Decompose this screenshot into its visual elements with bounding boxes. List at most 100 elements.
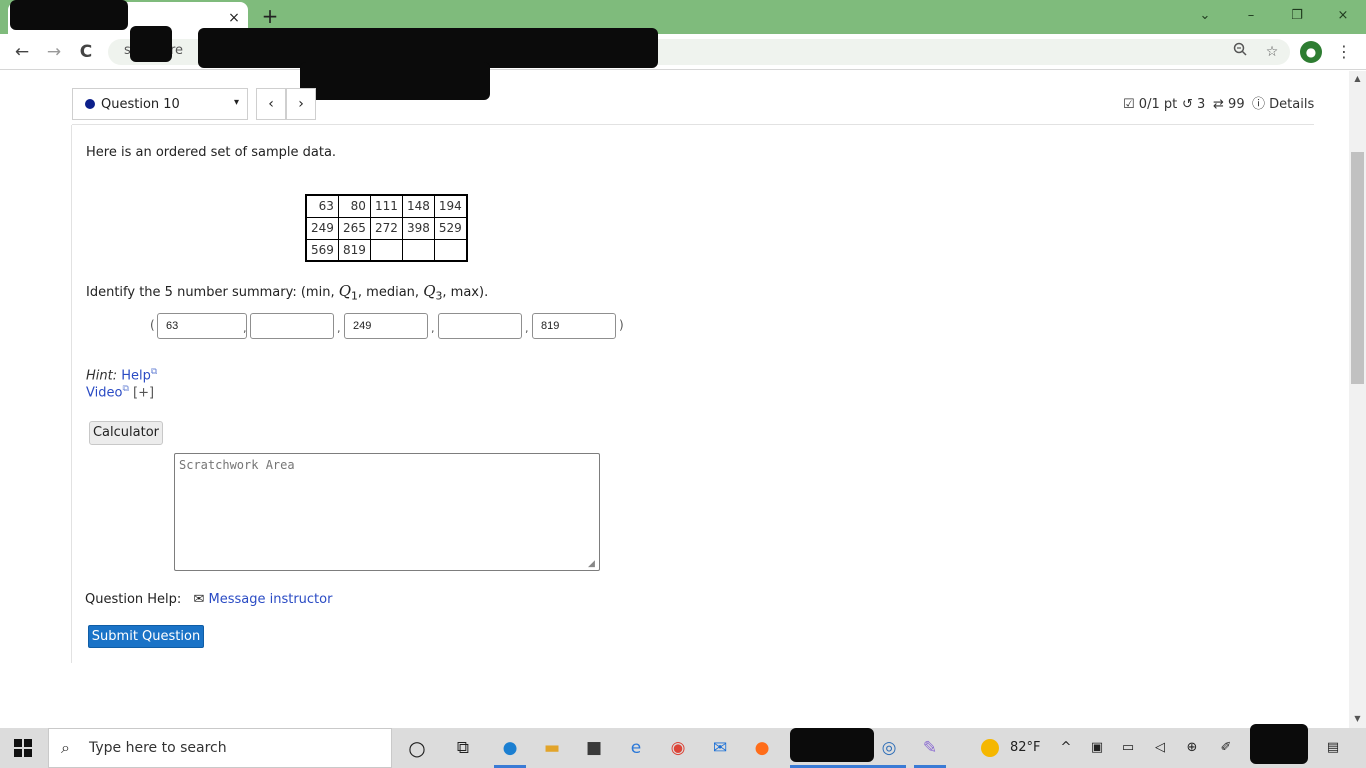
q3-symbol: Q — [423, 282, 436, 300]
comma-separator: , — [337, 322, 341, 335]
question-selector-label: Question 10 — [101, 97, 180, 112]
score-value: 0/1 pt — [1138, 97, 1178, 112]
weather-sun-icon[interactable] — [981, 739, 999, 757]
star-icon[interactable]: ☆ — [1262, 42, 1282, 62]
table-cell: 265 — [337, 216, 371, 240]
comma-separator: , — [525, 322, 529, 335]
hint-line: Hint: Help⧉ — [86, 367, 157, 383]
table-cell: 80 — [337, 194, 371, 218]
search-icon: ⌕ — [61, 738, 70, 757]
table-cell: 529 — [433, 216, 468, 240]
table-cell: 194 — [433, 194, 468, 218]
question-intro: Here is an ordered set of sample data. — [86, 145, 337, 160]
paint-icon[interactable]: ✎ — [917, 736, 943, 760]
notification-icon[interactable]: ▤ — [1323, 738, 1343, 758]
table-row: 63 80 111 148 194 — [305, 194, 468, 218]
answer-q1-input[interactable] — [250, 313, 334, 339]
app-icon[interactable]: ◎ — [876, 736, 902, 760]
profile-avatar-icon[interactable]: ● — [1300, 41, 1322, 63]
calculator-button[interactable]: Calculator — [89, 421, 163, 445]
hint-label: Hint: — [86, 368, 118, 384]
browser-menu-icon[interactable]: ⋮ — [1334, 40, 1354, 64]
windows-taskbar: ⌕ Type here to search ○ ⧉ ● ▬ ■ e ◉ ✉ ● … — [0, 724, 1366, 768]
answer-min-input[interactable] — [157, 313, 247, 339]
meet-now-icon[interactable]: ▣ — [1087, 738, 1107, 758]
table-cell — [401, 238, 435, 262]
scrollbar-thumb[interactable] — [1351, 152, 1364, 384]
panel-border — [71, 125, 72, 663]
sample-data-table: 63 80 111 148 194 249 265 272 398 529 56… — [305, 194, 468, 262]
chrome-icon[interactable]: ◉ — [665, 736, 691, 760]
internet-explorer-icon[interactable]: e — [623, 736, 649, 760]
checkbox-icon: ☑ — [1123, 97, 1135, 112]
table-cell — [433, 238, 468, 262]
help-link[interactable]: Help — [121, 368, 151, 383]
weather-temperature[interactable]: 82°F — [1010, 740, 1041, 755]
attempts-badge: ⇄ 99 — [1213, 96, 1245, 114]
open-paren: ( — [150, 318, 155, 332]
previous-question-button[interactable]: ‹ — [256, 88, 286, 120]
table-cell: 819 — [337, 238, 371, 262]
windows-start-icon[interactable] — [14, 739, 32, 757]
tray-overflow-icon[interactable]: ^ — [1056, 738, 1076, 758]
taskbar-search-box[interactable]: ⌕ Type here to search — [48, 728, 392, 768]
answer-max-input[interactable] — [532, 313, 616, 339]
scroll-up-icon[interactable]: ▲ — [1351, 72, 1364, 86]
new-tab-button[interactable]: + — [258, 4, 282, 28]
video-link[interactable]: Video — [86, 385, 122, 400]
table-row: 249 265 272 398 529 — [305, 216, 468, 240]
repeat-icon: ⇄ — [1213, 97, 1224, 112]
taskbar-search-placeholder: Type here to search — [89, 740, 227, 756]
info-icon: ⓘ — [1252, 97, 1266, 112]
forward-button[interactable]: → — [42, 40, 66, 64]
redaction-mark — [790, 728, 874, 762]
mail-icon[interactable]: ✉ — [707, 736, 733, 760]
retry-icon: ↺ — [1182, 97, 1193, 112]
question-selector[interactable]: Question 10 ▾ — [72, 88, 248, 120]
status-dot-icon — [85, 99, 95, 109]
network-icon[interactable]: ⊕ — [1182, 738, 1202, 758]
restore-button[interactable]: ❐ — [1282, 4, 1312, 28]
edge-icon[interactable]: ● — [497, 736, 523, 760]
zoom-icon[interactable] — [1230, 42, 1250, 62]
back-button[interactable]: ← — [10, 40, 34, 64]
external-link-icon: ⧉ — [122, 384, 129, 394]
tab-close-icon[interactable]: × — [224, 8, 244, 28]
table-row: 569 819 — [305, 238, 468, 262]
task-view-icon[interactable]: ⧉ — [450, 736, 476, 760]
file-explorer-icon[interactable]: ▬ — [539, 736, 565, 760]
message-instructor-link[interactable]: Message instructor — [208, 592, 332, 607]
comma-separator: , — [431, 322, 435, 335]
pen-icon[interactable]: ✐ — [1216, 738, 1236, 758]
redaction-mark — [130, 26, 172, 62]
store-icon[interactable]: ■ — [581, 736, 607, 760]
minimize-button[interactable]: – — [1236, 4, 1266, 28]
retries-value: 3 — [1197, 97, 1206, 112]
redaction-mark — [1250, 724, 1308, 764]
volume-muted-icon[interactable]: ◁ — [1150, 738, 1170, 758]
resize-grip-icon[interactable]: ◢ — [588, 559, 598, 569]
table-cell — [369, 238, 403, 262]
table-cell: 111 — [369, 194, 403, 218]
firefox-icon[interactable]: ● — [749, 736, 775, 760]
redaction-mark — [300, 62, 490, 100]
details-button[interactable]: ⓘ Details — [1252, 96, 1314, 114]
submit-question-button[interactable]: Submit Question — [88, 625, 204, 648]
next-question-button[interactable]: › — [286, 88, 316, 120]
battery-icon[interactable]: ▭ — [1118, 738, 1138, 758]
score-badge: ☑ 0/1 pt — [1123, 96, 1177, 114]
external-link-icon: ⧉ — [150, 367, 158, 377]
prompt-suffix: , max). — [442, 285, 489, 300]
answer-median-input[interactable] — [344, 313, 428, 339]
scroll-down-icon[interactable]: ▼ — [1351, 712, 1364, 726]
comma-separator: , — [243, 322, 247, 335]
retries-badge: ↺ 3 — [1182, 96, 1205, 114]
close-window-button[interactable]: × — [1328, 4, 1358, 28]
table-cell: 569 — [305, 238, 339, 262]
video-expand-toggle[interactable]: [+] — [133, 385, 154, 400]
reload-button[interactable]: C — [74, 40, 98, 64]
cortana-icon[interactable]: ○ — [404, 736, 430, 760]
tab-search-icon[interactable]: ⌄ — [1190, 4, 1220, 28]
scratchwork-area[interactable] — [174, 453, 600, 571]
answer-q3-input[interactable] — [438, 313, 522, 339]
